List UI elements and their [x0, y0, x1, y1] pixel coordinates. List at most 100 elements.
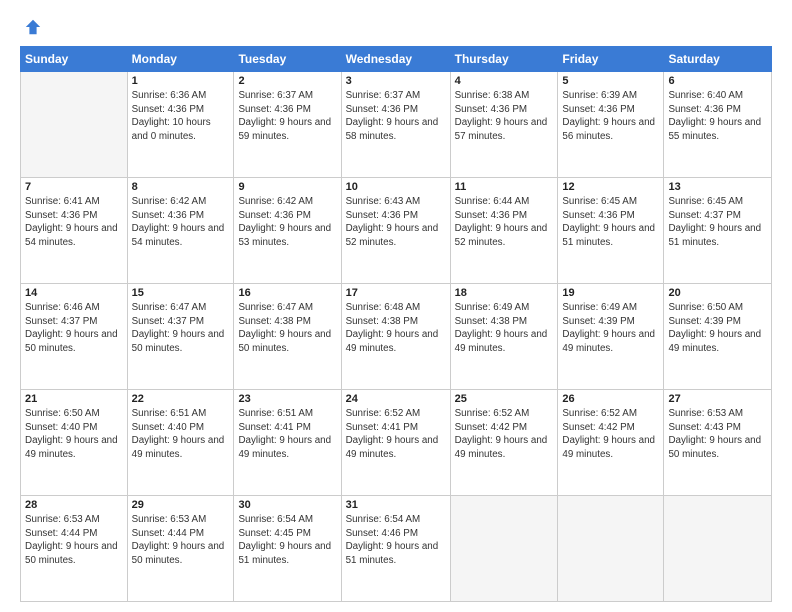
calendar-cell: 14 Sunrise: 6:46 AM Sunset: 4:37 PM Dayli…: [21, 284, 128, 390]
day-number: 20: [668, 287, 767, 299]
calendar-cell: 1 Sunrise: 6:36 AM Sunset: 4:36 PM Daylig…: [127, 72, 234, 178]
calendar-cell: 29Sunrise: 6:53 AM Sunset: 4:44 PM Dayli…: [127, 496, 234, 602]
day-number: 25: [455, 393, 554, 405]
calendar-cell: 24Sunrise: 6:52 AM Sunset: 4:41 PM Dayli…: [341, 390, 450, 496]
day-number: 4: [455, 75, 554, 87]
cell-info: Sunrise: 6:52 AM Sunset: 4:42 PM Dayligh…: [562, 407, 659, 462]
weekday-header-saturday: Saturday: [664, 47, 772, 72]
calendar-cell: 8 Sunrise: 6:42 AM Sunset: 4:36 PM Daylig…: [127, 178, 234, 284]
cell-info: Sunrise: 6:54 AM Sunset: 4:45 PM Dayligh…: [238, 513, 336, 568]
calendar-cell: 17 Sunrise: 6:48 AM Sunset: 4:38 PM Dayli…: [341, 284, 450, 390]
calendar-cell: 25 Sunrise: 6:52 AM Sunset: 4:42 PM Dayli…: [450, 390, 558, 496]
cell-info: Sunrise: 6:42 AM Sunset: 4:36 PM Dayligh…: [132, 195, 230, 250]
calendar-cell: 30Sunrise: 6:54 AM Sunset: 4:45 PM Dayli…: [234, 496, 341, 602]
calendar-cell: 4 Sunrise: 6:38 AM Sunset: 4:36 PM Daylig…: [450, 72, 558, 178]
calendar-table: SundayMondayTuesdayWednesdayThursdayFrid…: [20, 46, 772, 602]
cell-info: Sunrise: 6:40 AM Sunset: 4:36 PM Dayligh…: [668, 89, 767, 144]
day-number: 15: [132, 287, 230, 299]
day-number: 6: [668, 75, 767, 87]
calendar-cell: 27Sunrise: 6:53 AM Sunset: 4:43 PM Dayli…: [664, 390, 772, 496]
calendar-cell: 23Sunrise: 6:51 AM Sunset: 4:41 PM Dayli…: [234, 390, 341, 496]
cell-info: Sunrise: 6:48 AM Sunset: 4:38 PM Dayligh…: [346, 301, 446, 356]
cell-info: Sunrise: 6:43 AM Sunset: 4:36 PM Dayligh…: [346, 195, 446, 250]
weekday-header-wednesday: Wednesday: [341, 47, 450, 72]
day-number: 21: [25, 393, 123, 405]
calendar-cell: 28Sunrise: 6:53 AM Sunset: 4:44 PM Dayli…: [21, 496, 128, 602]
weekday-header-friday: Friday: [558, 47, 664, 72]
cell-info: Sunrise: 6:53 AM Sunset: 4:44 PM Dayligh…: [25, 513, 123, 568]
cell-info: Sunrise: 6:45 AM Sunset: 4:36 PM Dayligh…: [562, 195, 659, 250]
cell-info: Sunrise: 6:39 AM Sunset: 4:36 PM Dayligh…: [562, 89, 659, 144]
day-number: 12: [562, 181, 659, 193]
calendar-cell: 21 Sunrise: 6:50 AM Sunset: 4:40 PM Dayli…: [21, 390, 128, 496]
day-number: 18: [455, 287, 554, 299]
day-number: 16: [238, 287, 336, 299]
calendar-cell: 16Sunrise: 6:47 AM Sunset: 4:38 PM Dayli…: [234, 284, 341, 390]
cell-info: Sunrise: 6:42 AM Sunset: 4:36 PM Dayligh…: [238, 195, 336, 250]
cell-info: Sunrise: 6:37 AM Sunset: 4:36 PM Dayligh…: [346, 89, 446, 144]
calendar-cell: 7 Sunrise: 6:41 AM Sunset: 4:36 PM Daylig…: [21, 178, 128, 284]
weekday-header-monday: Monday: [127, 47, 234, 72]
cell-info: Sunrise: 6:36 AM Sunset: 4:36 PM Dayligh…: [132, 89, 230, 144]
cell-info: Sunrise: 6:46 AM Sunset: 4:37 PM Dayligh…: [25, 301, 123, 356]
calendar-cell: [21, 72, 128, 178]
cell-info: Sunrise: 6:51 AM Sunset: 4:41 PM Dayligh…: [238, 407, 336, 462]
cell-info: Sunrise: 6:41 AM Sunset: 4:36 PM Dayligh…: [25, 195, 123, 250]
page: SundayMondayTuesdayWednesdayThursdayFrid…: [0, 0, 792, 612]
weekday-header-thursday: Thursday: [450, 47, 558, 72]
header: [20, 18, 772, 36]
day-number: 22: [132, 393, 230, 405]
day-number: 7: [25, 181, 123, 193]
cell-info: Sunrise: 6:37 AM Sunset: 4:36 PM Dayligh…: [238, 89, 336, 144]
cell-info: Sunrise: 6:49 AM Sunset: 4:38 PM Dayligh…: [455, 301, 554, 356]
week-row-4: 21 Sunrise: 6:50 AM Sunset: 4:40 PM Dayli…: [21, 390, 772, 496]
day-number: 24: [346, 393, 446, 405]
weekday-header-sunday: Sunday: [21, 47, 128, 72]
calendar-cell: 3 Sunrise: 6:37 AM Sunset: 4:36 PM Daylig…: [341, 72, 450, 178]
day-number: 5: [562, 75, 659, 87]
week-row-5: 28Sunrise: 6:53 AM Sunset: 4:44 PM Dayli…: [21, 496, 772, 602]
weekday-header-row: SundayMondayTuesdayWednesdayThursdayFrid…: [21, 47, 772, 72]
week-row-2: 7 Sunrise: 6:41 AM Sunset: 4:36 PM Daylig…: [21, 178, 772, 284]
cell-info: Sunrise: 6:50 AM Sunset: 4:40 PM Dayligh…: [25, 407, 123, 462]
calendar-cell: 10Sunrise: 6:43 AM Sunset: 4:36 PM Dayli…: [341, 178, 450, 284]
calendar-cell: [450, 496, 558, 602]
cell-info: Sunrise: 6:47 AM Sunset: 4:37 PM Dayligh…: [132, 301, 230, 356]
calendar-cell: 15 Sunrise: 6:47 AM Sunset: 4:37 PM Dayli…: [127, 284, 234, 390]
week-row-1: 1 Sunrise: 6:36 AM Sunset: 4:36 PM Daylig…: [21, 72, 772, 178]
calendar-cell: 19Sunrise: 6:49 AM Sunset: 4:39 PM Dayli…: [558, 284, 664, 390]
day-number: 31: [346, 499, 446, 511]
day-number: 9: [238, 181, 336, 193]
calendar-cell: 5 Sunrise: 6:39 AM Sunset: 4:36 PM Daylig…: [558, 72, 664, 178]
day-number: 26: [562, 393, 659, 405]
day-number: 29: [132, 499, 230, 511]
calendar-cell: 26 Sunrise: 6:52 AM Sunset: 4:42 PM Dayli…: [558, 390, 664, 496]
cell-info: Sunrise: 6:49 AM Sunset: 4:39 PM Dayligh…: [562, 301, 659, 356]
cell-info: Sunrise: 6:50 AM Sunset: 4:39 PM Dayligh…: [668, 301, 767, 356]
logo: [20, 18, 42, 36]
cell-info: Sunrise: 6:45 AM Sunset: 4:37 PM Dayligh…: [668, 195, 767, 250]
cell-info: Sunrise: 6:38 AM Sunset: 4:36 PM Dayligh…: [455, 89, 554, 144]
calendar-cell: 31 Sunrise: 6:54 AM Sunset: 4:46 PM Dayli…: [341, 496, 450, 602]
calendar-cell: 12 Sunrise: 6:45 AM Sunset: 4:36 PM Dayli…: [558, 178, 664, 284]
cell-info: Sunrise: 6:54 AM Sunset: 4:46 PM Dayligh…: [346, 513, 446, 568]
cell-info: Sunrise: 6:53 AM Sunset: 4:43 PM Dayligh…: [668, 407, 767, 462]
day-number: 8: [132, 181, 230, 193]
calendar-cell: [558, 496, 664, 602]
cell-info: Sunrise: 6:44 AM Sunset: 4:36 PM Dayligh…: [455, 195, 554, 250]
logo-icon: [24, 18, 42, 36]
calendar-cell: 6 Sunrise: 6:40 AM Sunset: 4:36 PM Daylig…: [664, 72, 772, 178]
day-number: 2: [238, 75, 336, 87]
day-number: 11: [455, 181, 554, 193]
day-number: 17: [346, 287, 446, 299]
week-row-3: 14 Sunrise: 6:46 AM Sunset: 4:37 PM Dayli…: [21, 284, 772, 390]
calendar-cell: 22Sunrise: 6:51 AM Sunset: 4:40 PM Dayli…: [127, 390, 234, 496]
calendar-cell: 9 Sunrise: 6:42 AM Sunset: 4:36 PM Daylig…: [234, 178, 341, 284]
calendar-cell: [664, 496, 772, 602]
cell-info: Sunrise: 6:52 AM Sunset: 4:42 PM Dayligh…: [455, 407, 554, 462]
calendar-cell: 2 Sunrise: 6:37 AM Sunset: 4:36 PM Daylig…: [234, 72, 341, 178]
day-number: 3: [346, 75, 446, 87]
day-number: 1: [132, 75, 230, 87]
calendar-cell: 18 Sunrise: 6:49 AM Sunset: 4:38 PM Dayli…: [450, 284, 558, 390]
day-number: 14: [25, 287, 123, 299]
